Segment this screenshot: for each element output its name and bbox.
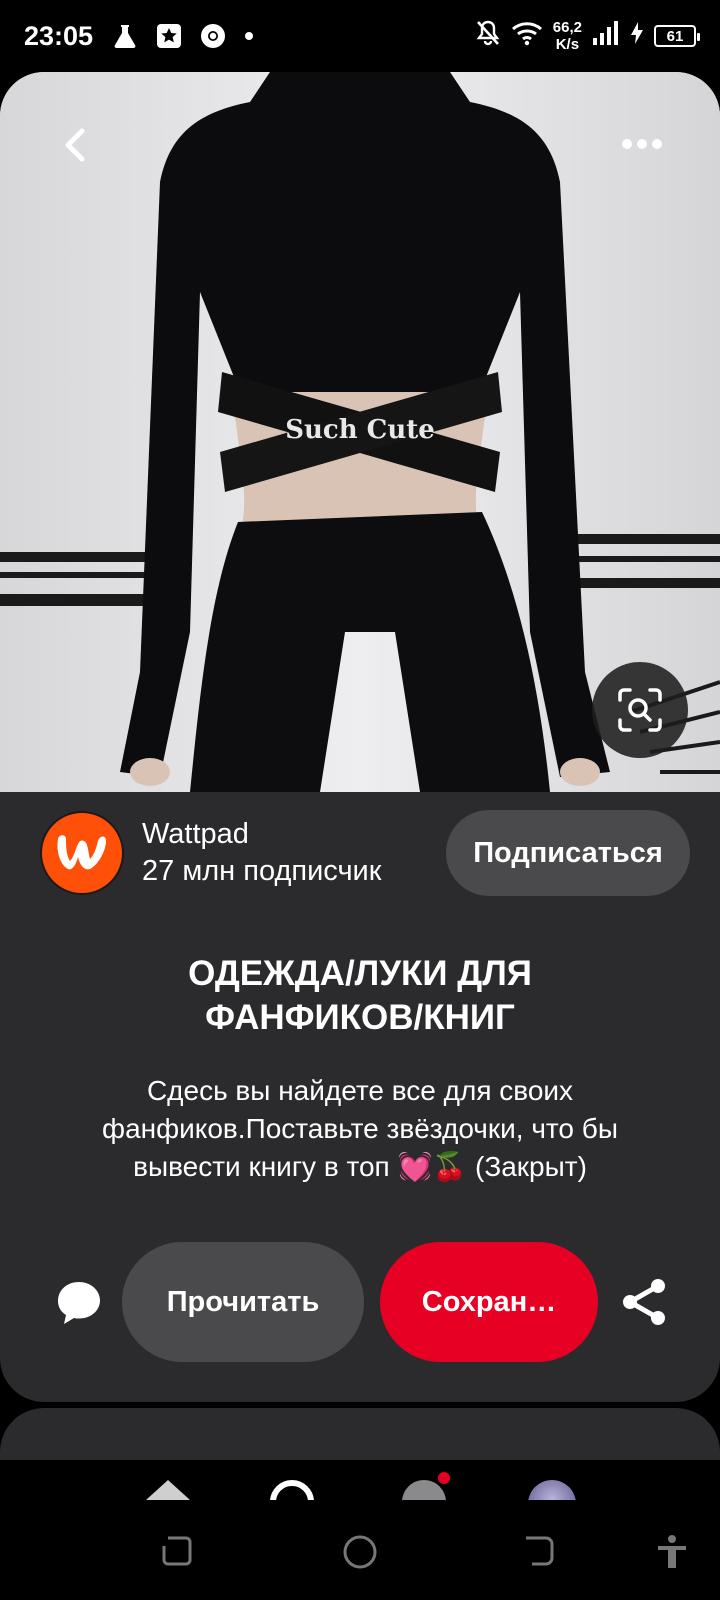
bottom-nav [0, 1460, 720, 1500]
more-dot-icon [622, 139, 632, 149]
status-time: 23:05 [24, 20, 94, 51]
net-speed-unit: K/s [555, 36, 580, 53]
pin-description: Сдесь вы найдете все для своих фанфиков.… [50, 1072, 670, 1186]
status-bar: 23:05 66,2 K/s 61 [0, 0, 720, 72]
back-button[interactable] [50, 120, 100, 170]
wattpad-logo-icon [57, 835, 106, 870]
comment-icon [58, 1282, 100, 1324]
notification-dot-icon [438, 1472, 450, 1484]
pin-image-text: Such Cute [285, 415, 435, 445]
read-button[interactable]: Прочитать [122, 1242, 364, 1362]
accessibility-icon[interactable] [656, 1534, 688, 1575]
pin-card: Such Cute Wattpad 27 млн подписчик Подпи… [0, 72, 720, 1402]
pin-title-line: ФАНФИКОВ/КНИГ [205, 998, 515, 1037]
home-icon[interactable] [146, 1480, 190, 1500]
visual-search-button[interactable] [592, 662, 688, 758]
signal-icon [592, 20, 620, 53]
net-speed-value: 66,2 [552, 19, 582, 36]
comment-button[interactable] [54, 1278, 104, 1328]
creator-name[interactable]: Wattpad [142, 816, 381, 852]
share-button[interactable] [618, 1276, 670, 1328]
battery-indicator: 61 [654, 25, 700, 47]
more-dot-icon [637, 139, 647, 149]
creator-row: Wattpad 27 млн подписчик Подписаться [40, 808, 690, 898]
search-icon[interactable] [270, 1480, 314, 1500]
share-icon [623, 1279, 665, 1325]
creator-avatar[interactable] [40, 811, 124, 895]
pin-title-line: ОДЕЖДА/ЛУКИ ДЛЯ [188, 954, 532, 993]
flask-icon [111, 22, 139, 50]
wifi-icon [511, 20, 543, 53]
create-icon[interactable] [402, 1480, 446, 1500]
chrome-icon [199, 22, 227, 50]
pin-title: ОДЕЖДА/ЛУКИ ДЛЯ ФАНФИКОВ/КНИГ [60, 952, 660, 1040]
creator-subscribers: 27 млн подписчик [142, 855, 382, 887]
pin-description-line: фанфиков.Поставьте звёздочки, что бы [102, 1113, 618, 1144]
back-nav-icon[interactable] [522, 1534, 556, 1573]
follow-button[interactable]: Подписаться [446, 810, 690, 896]
star-box-icon [155, 22, 183, 50]
pin-actions: Прочитать Сохран… [0, 1242, 720, 1362]
home-button-icon[interactable] [342, 1534, 378, 1575]
more-dot-icon [652, 139, 662, 149]
save-button[interactable]: Сохран… [380, 1242, 598, 1362]
profile-avatar[interactable] [528, 1480, 576, 1500]
chevron-left-icon [65, 128, 85, 162]
net-speed: 66,2 K/s [553, 19, 582, 53]
dot-icon [243, 30, 255, 42]
system-nav-bar [0, 1500, 720, 1600]
pin-image[interactable]: Such Cute [0, 72, 720, 792]
lens-search-icon [618, 688, 662, 732]
mute-icon [475, 19, 501, 54]
more-options-button[interactable] [614, 124, 670, 164]
pin-description-line: Сдесь вы найдете все для своих [146, 1075, 574, 1106]
recent-apps-icon[interactable] [160, 1534, 194, 1573]
pin-description-line: вывести книгу в топ 💓🍒 (Закрыт) [133, 1151, 587, 1182]
charging-icon [630, 21, 644, 52]
